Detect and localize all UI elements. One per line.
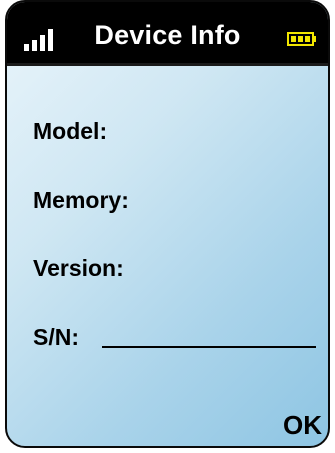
serial-number-label: S/N: <box>33 324 79 350</box>
version-label: Version: <box>33 255 124 281</box>
device-info-list: Model: Memory: Version: S/N: <box>33 2 323 446</box>
device-screen: Device Info Model: Memory: Version: S/N:… <box>5 0 330 448</box>
ok-button[interactable]: OK <box>281 410 324 441</box>
memory-label: Memory: <box>33 187 129 213</box>
model-label: Model: <box>33 118 108 144</box>
serial-number-underline <box>102 346 316 348</box>
